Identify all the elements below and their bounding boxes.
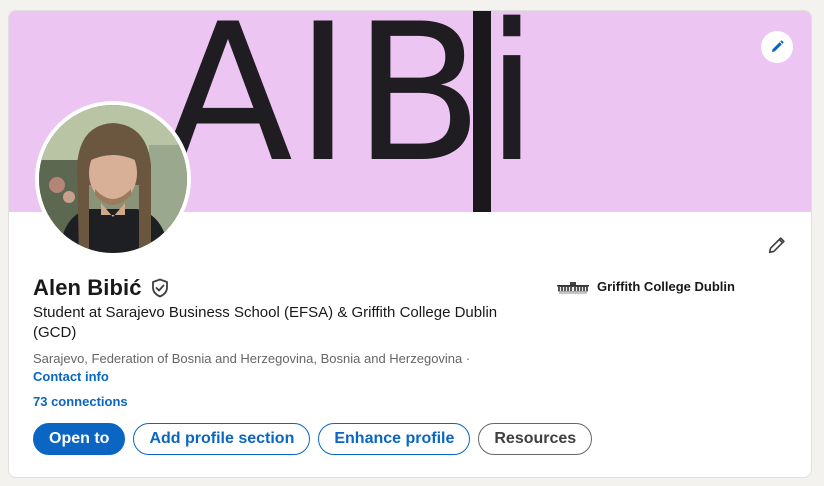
open-to-button[interactable]: Open to <box>33 423 126 455</box>
verified-shield-icon[interactable] <box>150 278 170 298</box>
pencil-icon <box>768 237 785 254</box>
edit-banner-button[interactable] <box>761 31 793 63</box>
profile-photo[interactable] <box>35 101 191 257</box>
school-name: Griffith College Dublin <box>597 279 735 294</box>
profile-location: Sarajevo, Federation of Bosnia and Herze… <box>33 351 471 366</box>
griffith-college-logo-icon <box>557 281 589 293</box>
profile-photo-image <box>39 105 187 253</box>
contact-info-link[interactable]: Contact info <box>33 369 109 384</box>
profile-card: AIBi Alen Bibić Student at Sarajevo Busi… <box>8 10 812 478</box>
connections-link[interactable]: 73 connections <box>33 394 128 409</box>
resources-button[interactable]: Resources <box>478 423 593 455</box>
add-profile-section-button[interactable]: Add profile section <box>133 423 311 455</box>
profile-headline: Student at Sarajevo Business School (EFS… <box>33 304 498 341</box>
pencil-icon <box>772 40 784 52</box>
name-row: Alen Bibić <box>33 275 170 301</box>
edit-intro-button[interactable] <box>761 229 793 261</box>
banner-decoration-bar <box>473 11 491 212</box>
education-link[interactable]: Griffith College Dublin <box>557 279 735 294</box>
profile-name: Alen Bibić <box>33 275 142 300</box>
profile-actions: Open to Add profile section Enhance prof… <box>33 423 593 455</box>
enhance-profile-button[interactable]: Enhance profile <box>318 423 471 455</box>
